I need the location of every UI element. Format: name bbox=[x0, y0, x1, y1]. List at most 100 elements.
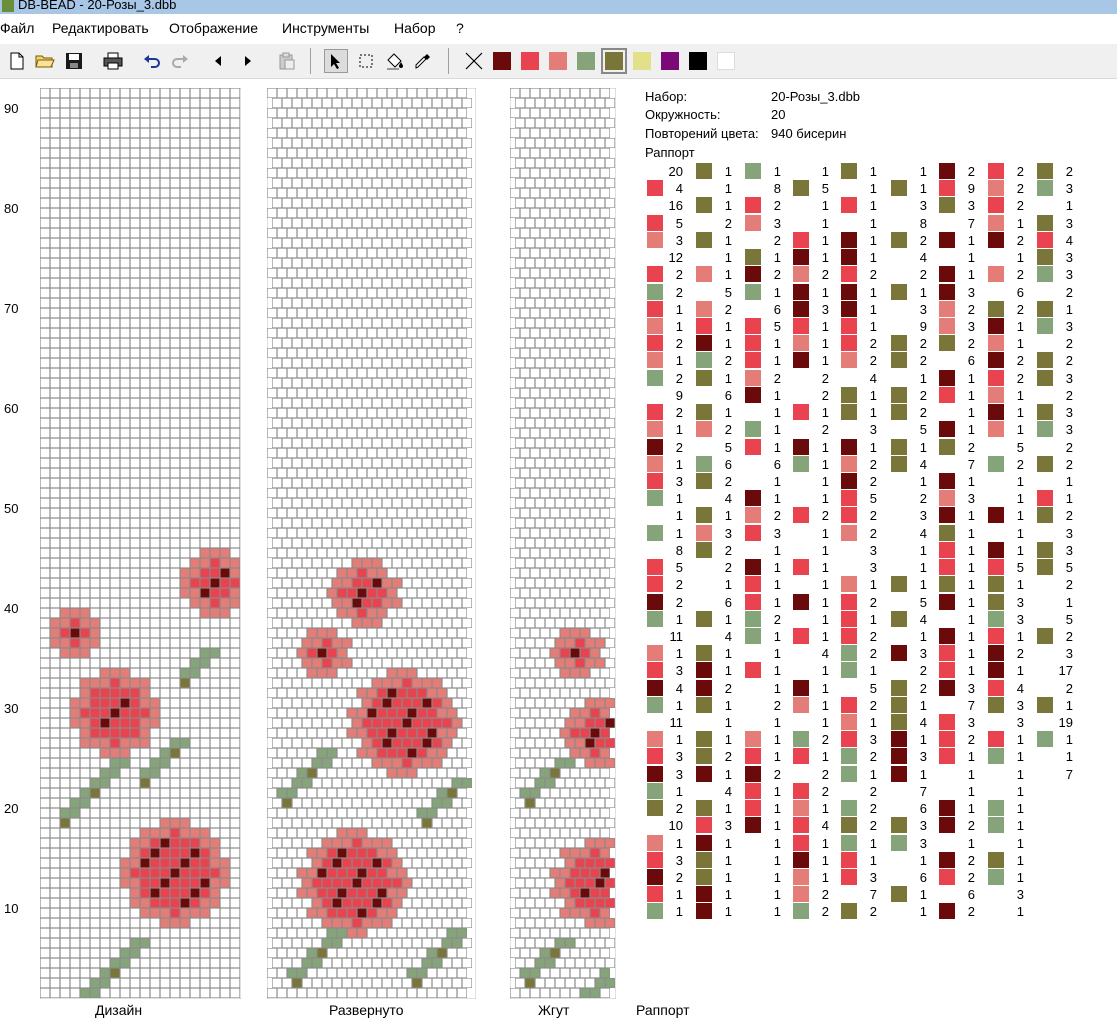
bead bbox=[427, 728, 436, 737]
legend-count: 1 bbox=[745, 284, 781, 301]
bead bbox=[267, 888, 276, 897]
palette-swatch[interactable] bbox=[521, 52, 539, 70]
palette-swatch[interactable] bbox=[549, 52, 567, 70]
bead bbox=[337, 908, 346, 917]
bead bbox=[555, 338, 564, 347]
bead bbox=[530, 668, 539, 677]
rope-grid[interactable] bbox=[510, 88, 616, 999]
bead bbox=[70, 638, 79, 647]
bead bbox=[427, 168, 436, 177]
menu-help[interactable]: ? bbox=[454, 16, 466, 40]
bead bbox=[220, 778, 229, 787]
palette-swatch[interactable] bbox=[717, 52, 735, 70]
palette-swatch[interactable] bbox=[605, 52, 623, 70]
menu-view[interactable]: Отображение bbox=[167, 16, 260, 40]
bead bbox=[545, 158, 554, 167]
bead bbox=[180, 758, 189, 767]
redo-icon[interactable] bbox=[168, 49, 192, 73]
bead bbox=[40, 638, 49, 647]
bead bbox=[120, 988, 129, 997]
bead bbox=[570, 848, 579, 857]
select-rect-tool-icon[interactable] bbox=[354, 49, 378, 73]
save-icon[interactable] bbox=[62, 49, 86, 73]
bead bbox=[160, 678, 169, 687]
bead bbox=[120, 878, 129, 887]
palette-swatch[interactable] bbox=[661, 52, 679, 70]
open-folder-icon[interactable] bbox=[33, 49, 57, 73]
bead bbox=[442, 618, 451, 627]
palette-swatch[interactable] bbox=[577, 52, 595, 70]
legend-count: 2 bbox=[647, 800, 683, 817]
palette-swatch[interactable] bbox=[493, 52, 511, 70]
bead bbox=[575, 758, 584, 767]
bead bbox=[40, 728, 49, 737]
bead bbox=[605, 498, 614, 507]
bead bbox=[120, 688, 129, 697]
legend-entry: 1 bbox=[696, 197, 742, 214]
new-file-icon[interactable] bbox=[5, 49, 29, 73]
bead bbox=[402, 298, 411, 307]
bead bbox=[452, 358, 461, 367]
clear-color-icon[interactable] bbox=[462, 49, 486, 73]
bead bbox=[90, 688, 99, 697]
menu-file[interactable]: Файл bbox=[0, 16, 36, 40]
unrolled-grid[interactable] bbox=[267, 88, 476, 999]
bead bbox=[150, 308, 159, 317]
bead bbox=[120, 738, 129, 747]
bead bbox=[60, 138, 69, 147]
bead bbox=[555, 498, 564, 507]
bead bbox=[90, 868, 99, 877]
bead bbox=[110, 538, 119, 547]
bead bbox=[605, 718, 614, 727]
fill-bucket-tool-icon[interactable] bbox=[383, 49, 407, 73]
palette-swatch[interactable] bbox=[689, 52, 707, 70]
bead bbox=[160, 608, 169, 617]
bead bbox=[590, 848, 599, 857]
bead bbox=[100, 898, 109, 907]
bead bbox=[342, 738, 351, 747]
print-icon[interactable] bbox=[101, 49, 125, 73]
bead bbox=[535, 458, 544, 467]
bead bbox=[357, 868, 366, 877]
legend-entry: 1 bbox=[696, 611, 742, 628]
bead bbox=[277, 768, 286, 777]
bead bbox=[372, 98, 381, 107]
bead bbox=[580, 128, 589, 137]
bead bbox=[140, 908, 149, 917]
bead bbox=[600, 88, 609, 97]
bead bbox=[437, 208, 446, 217]
bead bbox=[180, 398, 189, 407]
paste-icon[interactable] bbox=[275, 49, 299, 73]
bead bbox=[447, 188, 456, 197]
bead bbox=[422, 218, 431, 227]
bead bbox=[327, 988, 336, 997]
bead bbox=[555, 258, 564, 267]
bead bbox=[50, 838, 59, 847]
bead bbox=[50, 778, 59, 787]
pointer-tool-icon[interactable] bbox=[324, 49, 348, 73]
bead bbox=[462, 238, 471, 247]
palette-swatch[interactable] bbox=[633, 52, 651, 70]
bead bbox=[120, 658, 129, 667]
bead bbox=[170, 528, 179, 537]
menu-edit[interactable]: Редактировать bbox=[50, 16, 151, 40]
bead bbox=[575, 198, 584, 207]
bead bbox=[180, 308, 189, 317]
bead bbox=[367, 448, 376, 457]
menu-set[interactable]: Набор bbox=[392, 16, 438, 40]
bead bbox=[357, 948, 366, 957]
arrow-right-icon[interactable] bbox=[236, 49, 260, 73]
bead bbox=[452, 878, 461, 887]
bead bbox=[230, 948, 239, 957]
undo-icon[interactable] bbox=[140, 49, 164, 73]
eyedropper-tool-icon[interactable] bbox=[411, 49, 435, 73]
bead bbox=[80, 828, 89, 837]
design-grid[interactable] bbox=[40, 88, 241, 999]
bead bbox=[190, 108, 199, 117]
bead bbox=[322, 678, 331, 687]
bead bbox=[40, 708, 49, 717]
bead bbox=[462, 418, 471, 427]
bead bbox=[230, 938, 239, 947]
menu-tools[interactable]: Инструменты bbox=[280, 16, 371, 40]
arrow-left-icon[interactable] bbox=[206, 49, 230, 73]
